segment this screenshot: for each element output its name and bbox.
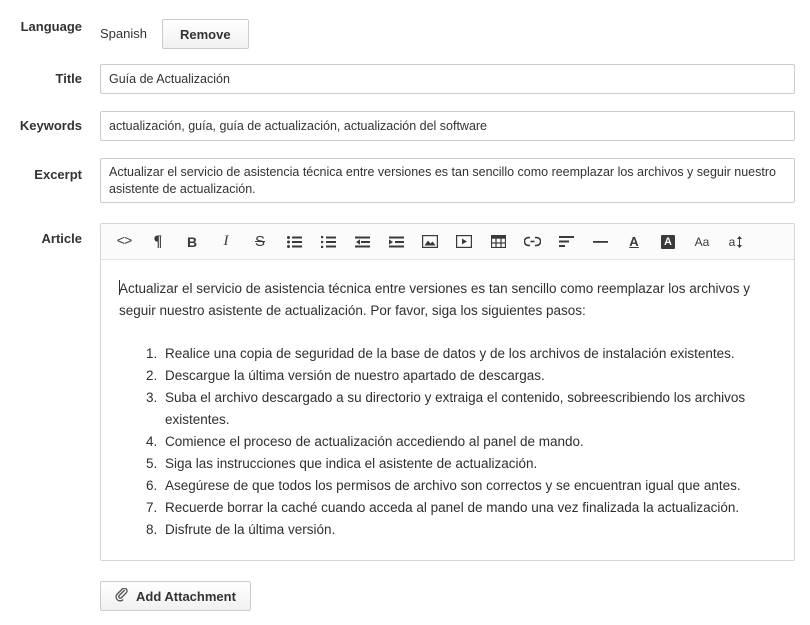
keywords-input[interactable]	[100, 111, 795, 141]
add-attachment-button[interactable]: Add Attachment	[100, 581, 251, 611]
article-edit-form: Language Spanish Remove Title Keywords E…	[0, 0, 810, 625]
title-input[interactable]	[100, 64, 795, 94]
list-item: Suba el archivo descargado a su director…	[161, 387, 776, 431]
attachment-row: Add Attachment	[100, 581, 810, 611]
article-steps-list: Realice una copia de seguridad de la bas…	[119, 343, 776, 541]
article-row: Article <> ¶ B I S A A Aa a Actualizar e…	[0, 223, 810, 611]
list-item: Recuerde borrar la caché cuando acceda a…	[161, 497, 776, 519]
editor-content-area[interactable]: Actualizar el servicio de asistencia téc…	[101, 260, 794, 560]
ordered-list-icon[interactable]	[311, 225, 345, 259]
article-label: Article	[41, 231, 82, 246]
list-item: Disfrute de la última versión.	[161, 519, 776, 541]
article-intro-text: Actualizar el servicio de asistencia téc…	[119, 281, 751, 318]
list-item: Comience el proceso de actualización acc…	[161, 431, 776, 453]
language-value: Spanish	[100, 26, 147, 41]
keywords-row: Keywords	[0, 111, 810, 141]
strikethrough-icon[interactable]: S	[243, 225, 277, 259]
line-height-icon[interactable]: a	[719, 225, 753, 259]
highlight-color-icon[interactable]: A	[651, 225, 685, 259]
language-row: Language Spanish Remove	[0, 0, 810, 49]
source-code-icon[interactable]: <>	[107, 225, 141, 259]
align-icon[interactable]	[549, 225, 583, 259]
outdent-icon[interactable]	[345, 225, 379, 259]
excerpt-textarea[interactable]	[100, 158, 795, 203]
link-icon[interactable]	[515, 225, 549, 259]
article-intro-paragraph: Actualizar el servicio de asistencia téc…	[119, 278, 776, 322]
keywords-field	[82, 111, 810, 141]
unordered-list-icon[interactable]	[277, 225, 311, 259]
bold-icon[interactable]: B	[175, 225, 209, 259]
indent-icon[interactable]	[379, 225, 413, 259]
excerpt-row: Excerpt	[0, 158, 810, 203]
title-field	[82, 64, 810, 94]
list-item: Realice una copia de seguridad de la bas…	[161, 343, 776, 365]
text-color-icon[interactable]: A	[617, 225, 651, 259]
paragraph-icon[interactable]: ¶	[141, 225, 175, 259]
list-item: Descargue la última versión de nuestro a…	[161, 365, 776, 387]
excerpt-label: Excerpt	[34, 167, 82, 182]
excerpt-field	[82, 158, 810, 203]
keywords-label: Keywords	[19, 118, 82, 133]
horizontal-rule-icon[interactable]	[583, 225, 617, 259]
video-icon[interactable]	[447, 225, 481, 259]
title-row: Title	[0, 64, 810, 94]
italic-icon[interactable]: I	[209, 225, 243, 259]
language-field: Spanish Remove	[82, 19, 810, 49]
article-field: <> ¶ B I S A A Aa a Actualizar el servic…	[82, 223, 810, 611]
list-item: Asegúrese de que todos los permisos de a…	[161, 475, 776, 497]
add-attachment-label: Add Attachment	[136, 588, 236, 604]
paperclip-icon	[115, 586, 128, 605]
rich-text-editor: <> ¶ B I S A A Aa a Actualizar el servic…	[100, 223, 795, 561]
editor-toolbar: <> ¶ B I S A A Aa a	[101, 224, 794, 260]
font-size-icon[interactable]: Aa	[685, 225, 719, 259]
table-icon[interactable]	[481, 225, 515, 259]
language-label: Language	[20, 19, 82, 34]
remove-language-button[interactable]: Remove	[161, 19, 249, 49]
title-label: Title	[55, 71, 83, 86]
image-icon[interactable]	[413, 225, 447, 259]
list-item: Siga las instrucciones que indica el asi…	[161, 453, 776, 475]
